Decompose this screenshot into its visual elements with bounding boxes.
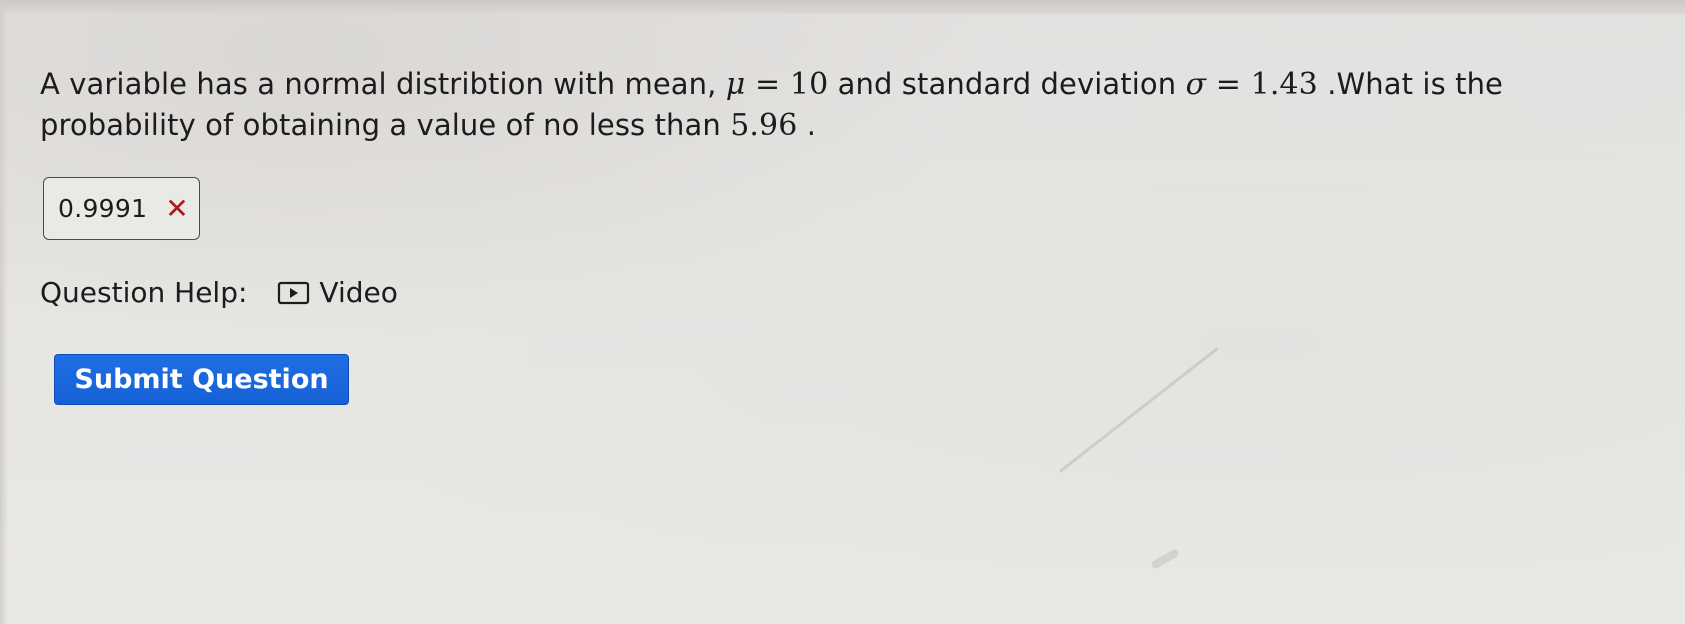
- question-help-label: Question Help:: [40, 276, 248, 309]
- play-video-icon: [278, 281, 310, 304]
- screen-smudge: [1059, 347, 1219, 473]
- sigma-value: 1.43: [1250, 67, 1318, 102]
- question-middle: and standard deviation: [828, 67, 1186, 101]
- sd-expression: σ = 1.43: [1186, 67, 1318, 102]
- x-mark-icon: ✕: [165, 191, 189, 225]
- threshold-value: 5.96: [730, 108, 798, 143]
- mu-symbol: μ: [725, 67, 746, 102]
- answer-value: 0.9991: [58, 194, 148, 223]
- video-help-link[interactable]: Video: [277, 276, 398, 309]
- question-help: Question Help: Video: [40, 276, 398, 309]
- mu-value: 10: [789, 67, 829, 102]
- screen-smudge-small: [1150, 548, 1180, 570]
- submit-question-button[interactable]: Submit Question: [54, 354, 349, 405]
- sigma-equals: =: [1206, 67, 1251, 102]
- mean-expression: μ = 10: [726, 67, 829, 102]
- video-label: Video: [319, 276, 398, 309]
- answer-input[interactable]: 0.9991 ✕: [43, 177, 200, 240]
- question-end: .: [797, 108, 817, 142]
- mu-equals: =: [745, 67, 790, 102]
- question-intro: A variable has a normal distribtion with…: [40, 67, 726, 101]
- question-text: A variable has a normal distribtion with…: [40, 64, 1620, 146]
- left-edge-shadow: [0, 0, 8, 624]
- sigma-symbol: σ: [1185, 67, 1207, 102]
- top-shadow-strip: [0, 0, 1685, 14]
